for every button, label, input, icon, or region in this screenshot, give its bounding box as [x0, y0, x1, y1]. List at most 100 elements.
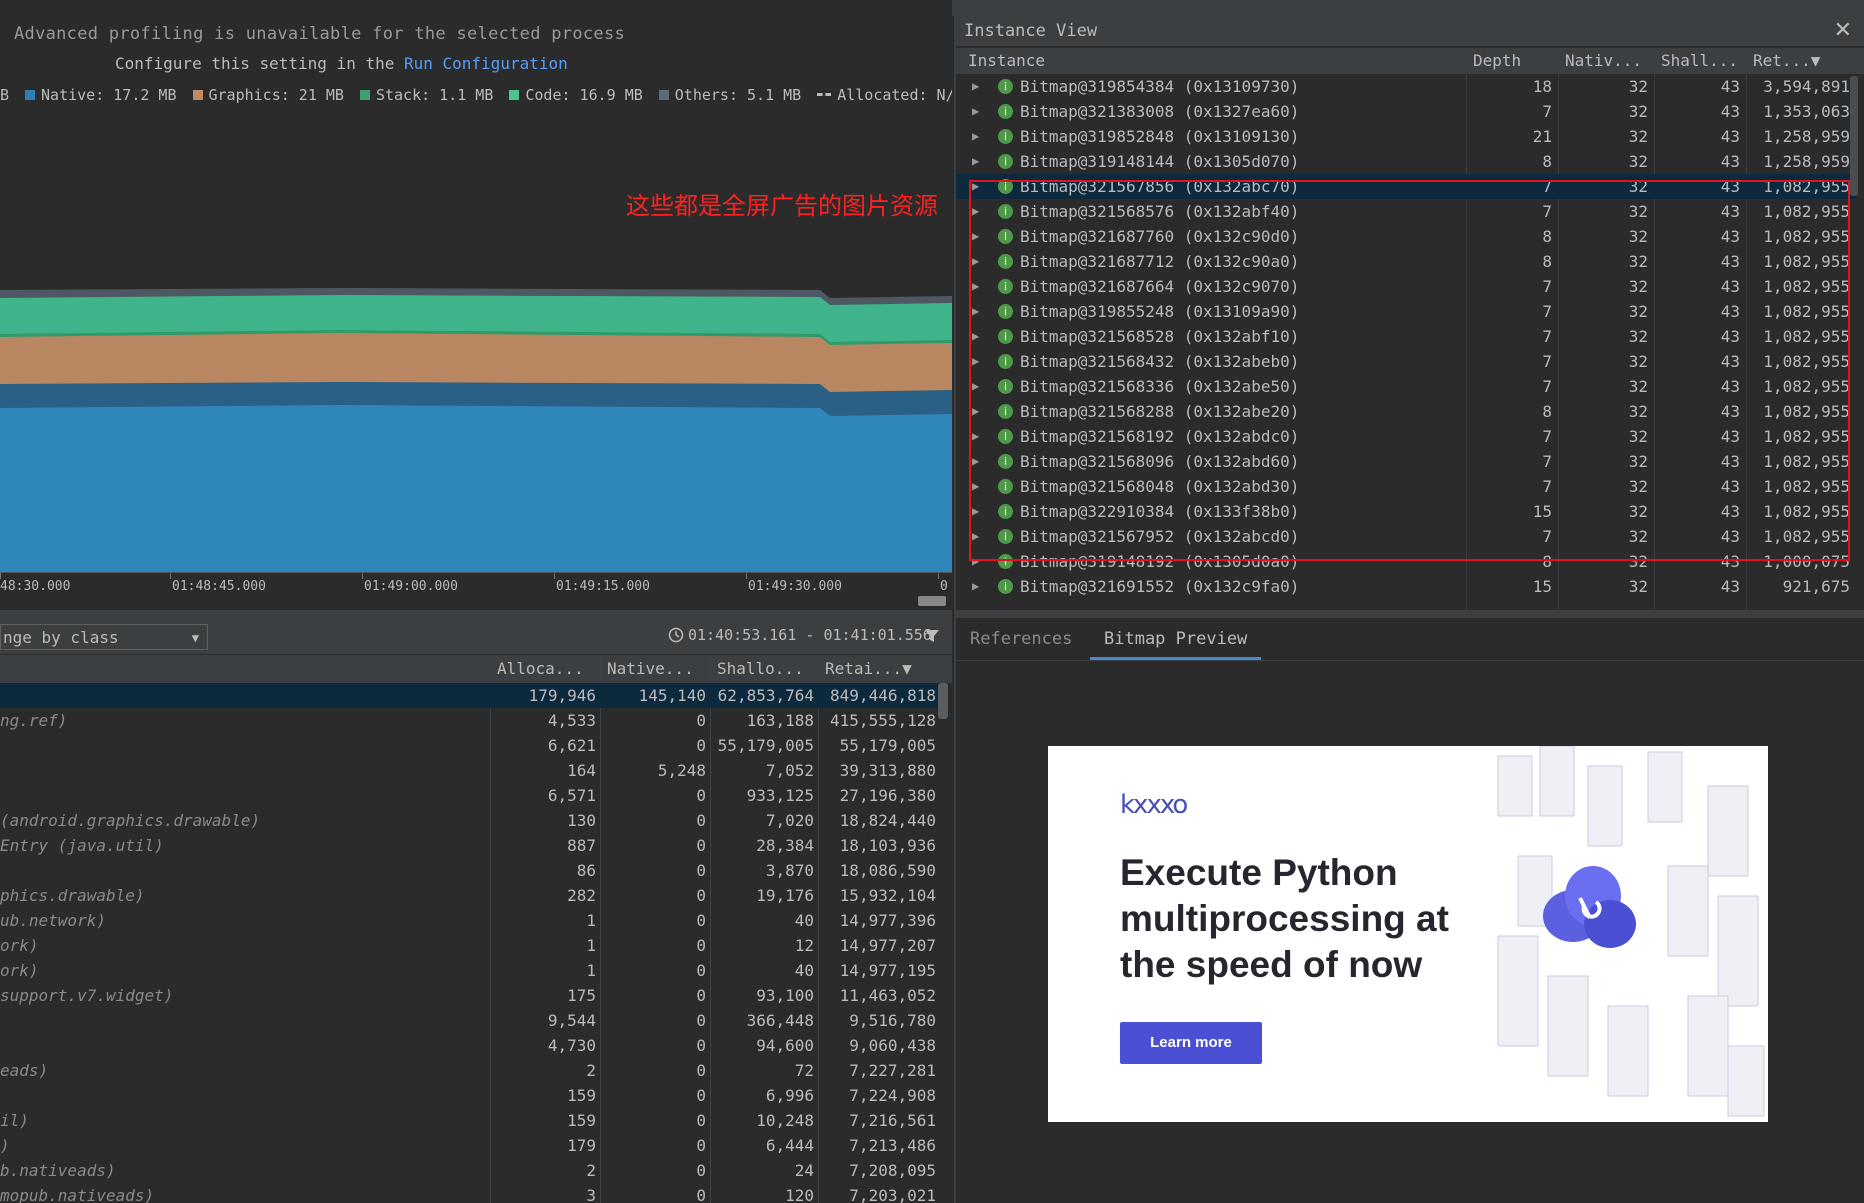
- instance-row[interactable]: ▶ i Bitmap@321687760 (0x132c90d0) 8 32 43 1,08…: [956, 224, 1856, 249]
- column-header-allocations[interactable]: Alloca...: [490, 655, 600, 683]
- column-header-depth[interactable]: Depth: [1466, 48, 1558, 74]
- instance-row[interactable]: ▶ i Bitmap@319854384 (0x13109730) 18 32 43 3,5…: [956, 74, 1856, 99]
- instance-row[interactable]: ▶ i Bitmap@321691552 (0x132c9fa0) 15 32 43 921…: [956, 574, 1856, 599]
- table-row[interactable]: 6,571 0 933,125 27,196,380: [0, 783, 940, 808]
- table-row[interactable]: 86 0 3,870 18,086,590: [0, 858, 940, 883]
- table-row[interactable]: b.nativeads) 2 0 24 7,208,095: [0, 1158, 940, 1183]
- triangle-right-icon[interactable]: ▶: [972, 374, 979, 399]
- triangle-right-icon[interactable]: ▶: [972, 424, 979, 449]
- triangle-right-icon[interactable]: ▶: [972, 399, 979, 424]
- triangle-right-icon[interactable]: ▶: [972, 474, 979, 499]
- triangle-right-icon[interactable]: ▶: [972, 174, 979, 199]
- instance-row[interactable]: ▶ i Bitmap@319148144 (0x1305d070) 8 32 43 1,25…: [956, 149, 1856, 174]
- horizontal-scrollbar[interactable]: [918, 596, 946, 606]
- instance-row[interactable]: ▶ i Bitmap@321687664 (0x132c9070) 7 32 43 1,08…: [956, 274, 1856, 299]
- instance-row[interactable]: ▶ i Bitmap@321568576 (0x132abf40) 7 32 43 1,08…: [956, 199, 1856, 224]
- cell-alloc: 6,571: [547, 786, 596, 805]
- instance-row[interactable]: ▶ i Bitmap@319148192 (0x1305d0a0) 8 32 43 1,00…: [956, 549, 1856, 574]
- tab-references[interactable]: References: [956, 618, 1086, 660]
- instance-row[interactable]: ▶ i Bitmap@321687712 (0x132c90a0) 8 32 43 1,08…: [956, 249, 1856, 274]
- instance-row[interactable]: ▶ i Bitmap@321568048 (0x132abd30) 7 32 43 1,08…: [956, 474, 1856, 499]
- triangle-right-icon[interactable]: ▶: [972, 299, 979, 324]
- class-name: phics.drawable): [0, 886, 145, 905]
- instance-row[interactable]: ▶ i Bitmap@321567856 (0x132abc70) 7 32 43 1,08…: [956, 174, 1856, 199]
- table-row[interactable]: ) 179 0 6,444 7,213,486: [0, 1133, 940, 1158]
- column-header-class[interactable]: [0, 655, 490, 683]
- cell-alloc: 164: [567, 761, 596, 780]
- cell-shallow: 43: [1720, 452, 1740, 471]
- instance-row[interactable]: ▶ i Bitmap@321568192 (0x132abdc0) 7 32 43 1,08…: [956, 424, 1856, 449]
- triangle-right-icon[interactable]: ▶: [972, 99, 979, 124]
- instance-row[interactable]: ▶ i Bitmap@321568096 (0x132abd60) 7 32 43 1,08…: [956, 449, 1856, 474]
- table-row[interactable]: 6,621 0 55,179,005 55,179,005: [0, 733, 940, 758]
- triangle-right-icon[interactable]: ▶: [972, 349, 979, 374]
- instance-row[interactable]: ▶ i Bitmap@321383008 (0x1327ea60) 7 32 43 1,35…: [956, 99, 1856, 124]
- table-row[interactable]: (android.graphics.drawable) 130 0 7,020 18,8…: [0, 808, 940, 833]
- ad-logo: kxxxo: [1120, 790, 1188, 820]
- cell-shallow: 43: [1720, 577, 1740, 596]
- triangle-right-icon[interactable]: ▶: [972, 249, 979, 274]
- table-row[interactable]: support.v7.widget) 175 0 93,100 11,463,052: [0, 983, 940, 1008]
- triangle-right-icon[interactable]: ▶: [972, 149, 979, 174]
- instance-row[interactable]: ▶ i Bitmap@321568336 (0x132abe50) 7 32 43 1,08…: [956, 374, 1856, 399]
- table-row[interactable]: ub.network) 1 0 40 14,977,396: [0, 908, 940, 933]
- tab-bitmap-preview[interactable]: Bitmap Preview: [1090, 618, 1262, 660]
- pane-splitter[interactable]: [0, 610, 952, 618]
- column-header-native[interactable]: Native...: [600, 655, 710, 683]
- table-row[interactable]: 179,946 145,140 62,853,764 849,446,818: [0, 683, 940, 708]
- table-row[interactable]: eads) 2 0 72 7,227,281: [0, 1058, 940, 1083]
- instance-row[interactable]: ▶ i Bitmap@321568432 (0x132abeb0) 7 32 43 1,08…: [956, 349, 1856, 374]
- cell-native: 32: [1628, 477, 1648, 496]
- instance-row[interactable]: ▶ i Bitmap@322910384 (0x133f38b0) 15 32 43 1,0…: [956, 499, 1856, 524]
- table-row[interactable]: Entry (java.util) 887 0 28,384 18,103,936: [0, 833, 940, 858]
- instance-row[interactable]: ▶ i Bitmap@321567952 (0x132abcd0) 7 32 43 1,08…: [956, 524, 1856, 549]
- column-header-native[interactable]: Nativ...: [1558, 48, 1654, 74]
- triangle-right-icon[interactable]: ▶: [972, 124, 979, 149]
- triangle-right-icon[interactable]: ▶: [972, 549, 979, 574]
- table-row[interactable]: ork) 1 0 40 14,977,195: [0, 958, 940, 983]
- column-header-retained[interactable]: Retai...▼: [818, 655, 940, 683]
- arrange-by-dropdown[interactable]: nge by class ▼: [0, 624, 208, 650]
- instance-name: Bitmap@319148192 (0x1305d0a0): [1020, 552, 1300, 571]
- triangle-right-icon[interactable]: ▶: [972, 499, 979, 524]
- triangle-right-icon[interactable]: ▶: [972, 449, 979, 474]
- triangle-right-icon[interactable]: ▶: [972, 199, 979, 224]
- triangle-right-icon[interactable]: ▶: [972, 74, 979, 99]
- table-row[interactable]: mopub.nativeads) 3 0 120 7,203,021: [0, 1183, 940, 1203]
- table-row[interactable]: 4,730 0 94,600 9,060,438: [0, 1033, 940, 1058]
- table-row[interactable]: 164 5,248 7,052 39,313,880: [0, 758, 940, 783]
- table-row[interactable]: il) 159 0 10,248 7,216,561: [0, 1108, 940, 1133]
- vertical-scrollbar[interactable]: [1850, 76, 1858, 196]
- cell-alloc: 1: [586, 911, 596, 930]
- table-row[interactable]: ork) 1 0 12 14,977,207: [0, 933, 940, 958]
- cell-retained: 55,179,005: [839, 736, 936, 755]
- legend-swatch: [192, 89, 203, 100]
- triangle-right-icon[interactable]: ▶: [972, 274, 979, 299]
- table-row[interactable]: 159 0 6,996 7,224,908: [0, 1083, 940, 1108]
- cell-depth: 7: [1542, 427, 1552, 446]
- run-configuration-link[interactable]: Run Configuration: [404, 54, 568, 73]
- vertical-scrollbar[interactable]: [938, 683, 948, 719]
- cell-alloc: 4,533: [547, 711, 596, 730]
- instance-row[interactable]: ▶ i Bitmap@321568528 (0x132abf10) 7 32 43 1,08…: [956, 324, 1856, 349]
- instance-row[interactable]: ▶ i Bitmap@319852848 (0x13109130) 21 32 43 1,2…: [956, 124, 1856, 149]
- triangle-right-icon[interactable]: ▶: [972, 324, 979, 349]
- table-row[interactable]: ng.ref) 4,533 0 163,188 415,555,128: [0, 708, 940, 733]
- triangle-right-icon[interactable]: ▶: [972, 524, 979, 549]
- cell-native: 32: [1628, 452, 1648, 471]
- instance-row[interactable]: ▶ i Bitmap@321568288 (0x132abe20) 8 32 43 1,08…: [956, 399, 1856, 424]
- column-header-shallow[interactable]: Shall...: [1654, 48, 1746, 74]
- triangle-right-icon[interactable]: ▶: [972, 574, 979, 599]
- triangle-right-icon[interactable]: ▶: [972, 224, 979, 249]
- instance-row[interactable]: ▶ i Bitmap@319855248 (0x13109a90) 7 32 43 1,08…: [956, 299, 1856, 324]
- column-header-instance[interactable]: Instance: [956, 48, 1466, 74]
- table-row[interactable]: 9,544 0 366,448 9,516,780: [0, 1008, 940, 1033]
- pane-splitter[interactable]: [956, 610, 1864, 618]
- column-header-shallow[interactable]: Shallo...: [710, 655, 818, 683]
- close-icon[interactable]: ✕: [1834, 16, 1852, 46]
- instance-name: Bitmap@321568048 (0x132abd30): [1020, 477, 1300, 496]
- cell-retained: 415,555,128: [830, 711, 936, 730]
- table-row[interactable]: phics.drawable) 282 0 19,176 15,932,104: [0, 883, 940, 908]
- column-header-retained[interactable]: Ret...▼: [1746, 48, 1856, 74]
- filter-icon[interactable]: [924, 628, 940, 644]
